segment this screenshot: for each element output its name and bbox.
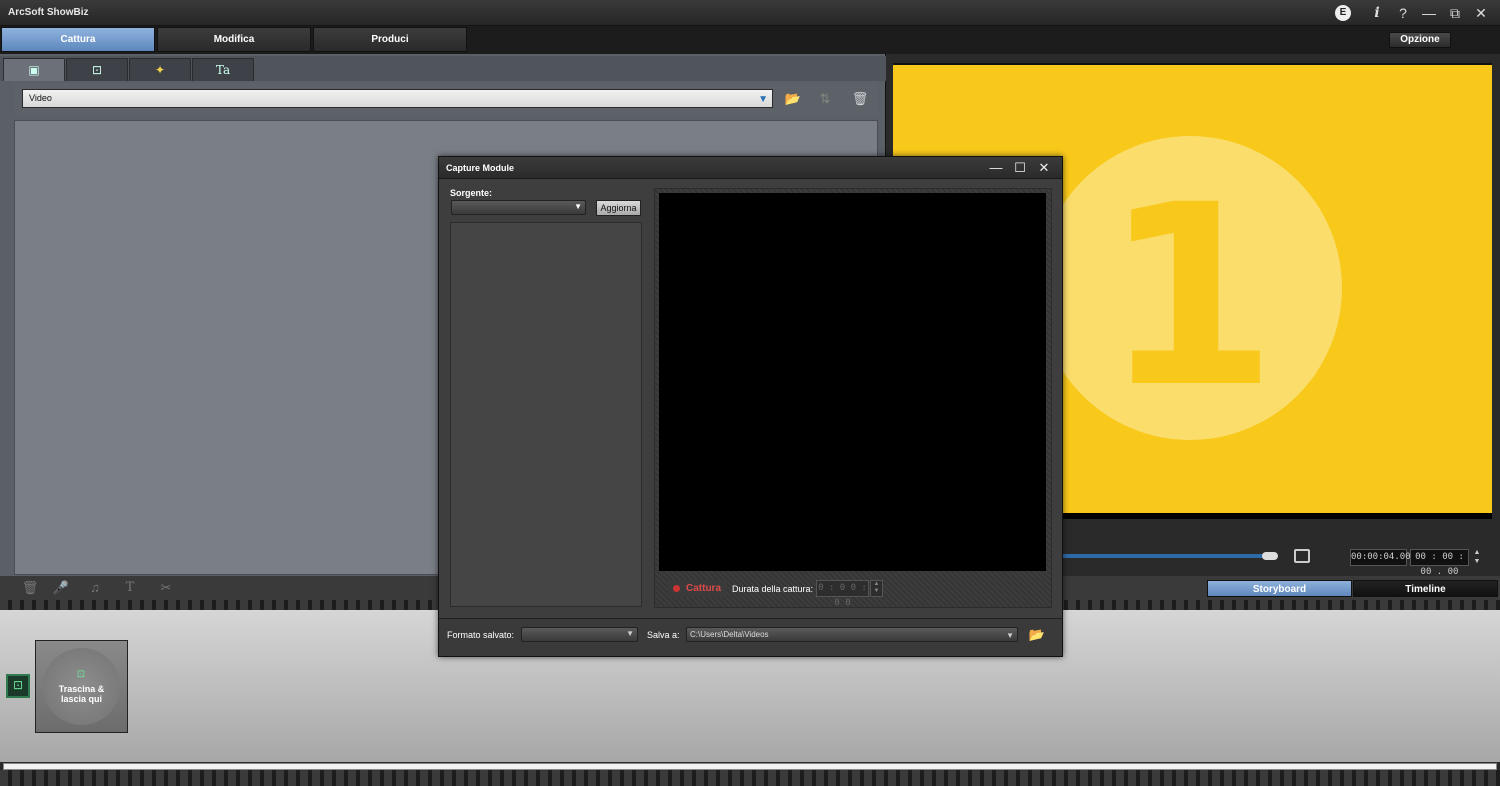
capture-media-icon: ▣ [28,63,40,77]
save-to-label: Salva a: [647,630,680,640]
save-format-select[interactable]: ▼ [521,627,638,642]
subtab-effects[interactable]: ✦ [129,58,191,81]
stepper-down-icon[interactable]: ▼ [1470,557,1484,566]
dialog-minimize-button[interactable]: — [985,159,1007,177]
drop-label-line2: lascia qui [60,694,103,704]
refresh-button[interactable]: Aggiorna [596,200,641,216]
tab-produci[interactable]: Produci [313,27,467,52]
delete-icon[interactable]: 🗑 [850,90,870,108]
film-icon: ⊡ [91,63,103,77]
sort-icon[interactable]: ⇅ [815,90,835,108]
restore-button[interactable]: ⧉ [1444,3,1466,23]
chevron-down-icon: ▼ [574,202,582,211]
import-folder-icon[interactable]: 📂 [783,90,803,108]
title-bar [0,0,1500,26]
close-button[interactable]: ✕ [1470,3,1492,23]
dialog-close-button[interactable]: ✕ [1033,159,1055,177]
media-type-select[interactable]: Video ▼ [22,89,773,108]
fullscreen-icon[interactable] [1294,549,1310,563]
tab-modifica[interactable]: Modifica [157,27,311,52]
chevron-down-icon: ▼ [626,629,634,638]
trash-icon[interactable]: 🗑 [21,579,39,597]
media-type-value: Video [29,93,52,103]
duration-stepper[interactable]: ▲ ▼ [870,580,883,597]
text-icon[interactable]: T [121,579,139,597]
save-path-value: C:\Users\Delta\Videos [690,630,769,639]
chevron-down-icon: ▼ [1006,631,1014,640]
total-timecode[interactable]: 00 : 00 : 00 . 00 [1410,549,1469,577]
save-path-select[interactable]: C:\Users\Delta\Videos ▼ [686,627,1018,642]
dialog-title-bar[interactable] [439,157,1062,179]
tab-timeline[interactable]: Timeline [1353,580,1498,597]
dialog-maximize-button[interactable]: ☐ [1009,159,1031,177]
scissors-icon[interactable]: ✂ [157,579,175,597]
subtab-video-clips[interactable]: ⊡ [66,58,128,81]
account-badge[interactable]: E [1335,5,1351,21]
microphone-icon[interactable]: 🎤 [52,579,70,597]
stepper-up-icon[interactable]: ▲ [871,581,882,588]
save-format-label: Formato salvato: [447,630,515,640]
effects-icon: ✦ [154,63,166,77]
current-timecode: 00:00:04.00 [1350,549,1411,566]
playback-progress-knob[interactable] [1262,552,1278,560]
subtab-text[interactable]: Ta [192,58,254,81]
capture-preview [659,193,1046,571]
record-dot-icon [673,585,680,592]
tab-storyboard[interactable]: Storyboard [1207,580,1352,597]
clip-film-icon[interactable]: ⊡ [6,674,30,698]
subtab-capture-media[interactable]: ▣ [3,58,65,81]
source-list[interactable] [450,222,642,607]
chevron-down-icon: ▼ [758,94,768,105]
source-select[interactable]: ▼ [451,200,586,215]
browse-folder-icon[interactable]: 📂 [1027,626,1047,643]
options-button[interactable]: Opzione [1389,32,1451,48]
drop-label-line1: Trascina & [58,684,105,694]
timecode-stepper[interactable]: ▲ ▼ [1470,548,1484,566]
stepper-up-icon[interactable]: ▲ [1470,548,1484,557]
stepper-down-icon[interactable]: ▼ [871,588,882,595]
text-icon: Ta [215,63,231,77]
source-label: Sorgente: [450,188,493,198]
app-title: ArcSoft ShowBiz [8,7,89,18]
capture-duration-label: Durata della cattura: [732,584,814,594]
drop-film-icon: ⊡ [76,669,86,680]
info-button[interactable]: i [1366,3,1388,23]
dialog-title: Capture Module [446,163,515,173]
drop-target-label: Trascina & lascia qui [43,684,120,704]
music-icon[interactable]: ♫ [86,579,104,597]
capture-duration-field[interactable]: 0 : 0 0 : 0 0 [816,580,869,608]
minimize-button[interactable]: — [1418,3,1440,23]
help-button[interactable]: ? [1392,3,1414,23]
countdown-number: 1 [1103,151,1277,442]
storyboard-scrollbar[interactable] [3,763,1497,770]
tab-cattura[interactable]: Cattura [1,27,155,52]
filmstrip-bottom [0,770,1500,786]
playback-progress-bar[interactable] [1062,554,1276,558]
